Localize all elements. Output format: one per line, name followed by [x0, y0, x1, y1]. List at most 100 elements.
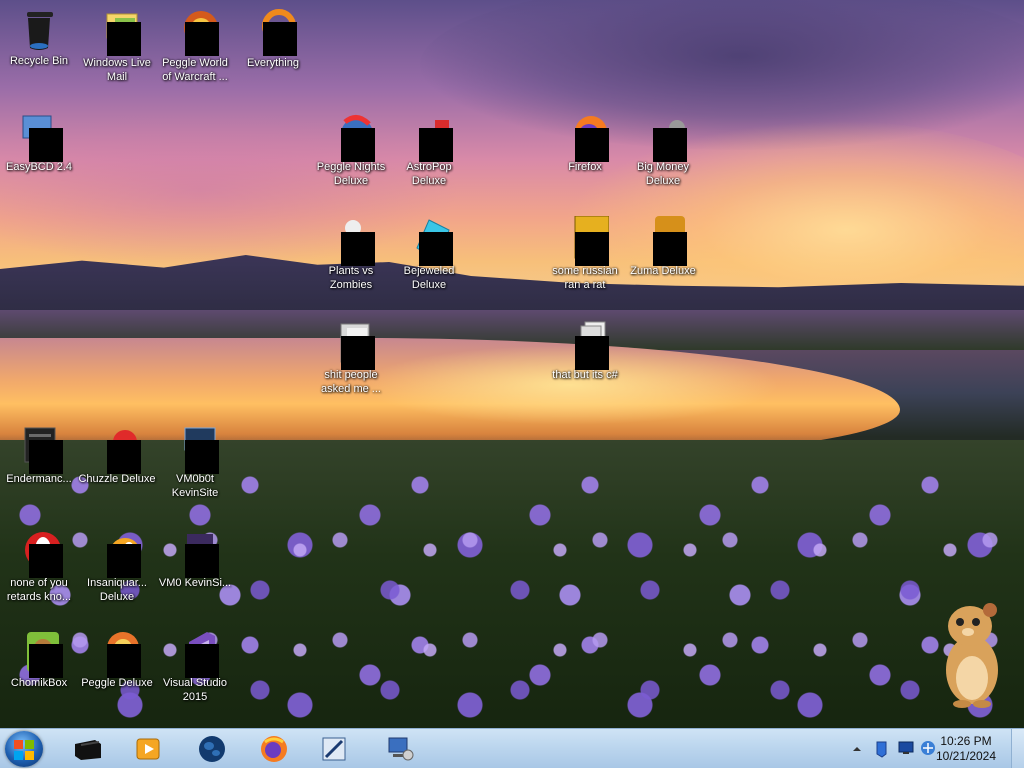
- vm0-kevinsi-shortcut[interactable]: VM0 KevinSi...: [156, 528, 234, 590]
- windows-logo-icon: [14, 740, 34, 760]
- peggle-world-of-warcraft-shortcut[interactable]: Peggle World of Warcraft ...: [156, 8, 234, 84]
- redacted-block: [575, 232, 609, 266]
- folder-csharp-label: that but its c#: [552, 369, 618, 381]
- gem-icon: [405, 216, 453, 266]
- firefox-shortcut[interactable]: Firefox: [546, 112, 624, 174]
- action-center-icon[interactable]: [874, 740, 890, 763]
- clock-date: 10/21/2024: [935, 749, 997, 763]
- vm0b0t-shortcut[interactable]: VM0b0t KevinSite: [156, 424, 234, 500]
- media-player-icon: [136, 738, 160, 760]
- some-russian-shortcut[interactable]: e some russian ran a rat: [546, 216, 624, 292]
- bejeweled-shortcut[interactable]: Bejeweled Deluxe: [390, 216, 468, 292]
- redacted-block: [185, 22, 219, 56]
- vm0-kevinsi-label: VM0 KevinSi...: [158, 577, 232, 589]
- recycle-bin-icon: [15, 6, 63, 54]
- show-desktop-button[interactable]: [1011, 729, 1024, 768]
- terminal-icon: [75, 740, 101, 760]
- redacted-block: [29, 644, 63, 678]
- taskbar-pin-network-tool[interactable]: [378, 731, 422, 767]
- visual-studio-shortcut[interactable]: Visual Studio 2015: [156, 628, 234, 704]
- redacted-block: [107, 440, 141, 474]
- easybcd-shortcut[interactable]: EasyBCD 2.4: [0, 112, 78, 174]
- redacted-block: [107, 22, 141, 56]
- wallpaper-meadow: [0, 310, 1024, 350]
- easybcd-label: EasyBCD 2.4: [5, 161, 73, 173]
- recycle-bin[interactable]: Recycle Bin: [0, 6, 78, 68]
- bejeweled-label: Bejeweled Deluxe: [403, 265, 455, 291]
- visual-studio-label: Visual Studio 2015: [162, 677, 227, 703]
- show-hidden-icons-chevron-icon[interactable]: [852, 741, 862, 759]
- redacted-block: [575, 336, 609, 370]
- peggle-nights-shortcut[interactable]: Peggle Nights Deluxe: [312, 112, 390, 188]
- zuma-icon: [639, 216, 687, 266]
- folder-people-label: shit people asked me ...: [321, 369, 381, 395]
- paint-editor-icon: [322, 737, 346, 761]
- chomikbox-shortcut[interactable]: ChomikBox: [0, 628, 78, 690]
- firefox-icon: [261, 736, 287, 762]
- peggle-wow-icon: [171, 8, 219, 56]
- zuma-shortcut[interactable]: Zuma Deluxe: [624, 216, 702, 278]
- vm-icon: [171, 528, 219, 578]
- fish-icon: [93, 528, 141, 578]
- endermanc-icon: [15, 424, 63, 474]
- taskbar-pin-firefox[interactable]: [252, 731, 296, 767]
- easybcd-icon: [15, 112, 63, 162]
- redacted-block: [107, 644, 141, 678]
- recycle-bin-label: Recycle Bin: [9, 55, 69, 67]
- peggle-deluxe-shortcut[interactable]: Peggle Deluxe: [78, 628, 156, 690]
- everything-search-icon: [249, 8, 297, 56]
- redacted-block: [653, 128, 687, 162]
- redacted-block: [419, 232, 453, 266]
- chomikbox-icon: [15, 628, 63, 678]
- redacted-block: [341, 128, 375, 162]
- taskbar-pin-paint-editor[interactable]: [312, 731, 356, 767]
- clock-time: 10:26 PM: [940, 734, 992, 748]
- redacted-block: [29, 544, 63, 578]
- peggle-deluxe-label: Peggle Deluxe: [81, 677, 153, 689]
- insaniquarium-shortcut[interactable]: Insaniquar... Deluxe: [78, 528, 156, 604]
- taskbar-pin-globe[interactable]: [190, 731, 234, 767]
- desktop[interactable]: Recycle Bin EasyBCD 2.4 Endermanc... non…: [0, 0, 1024, 728]
- some-russian-label: some russian ran a rat: [552, 265, 618, 291]
- folder-icon: [327, 320, 375, 370]
- none-of-you-shortcut[interactable]: none of you retards kno...: [0, 528, 78, 604]
- redacted-block: [29, 128, 63, 162]
- taskbar-pin-media-player[interactable]: [126, 731, 170, 767]
- stacked-files-icon: [561, 320, 609, 370]
- taskbar-clock[interactable]: 10:26 PM 10/21/2024: [926, 734, 1006, 764]
- zuma-label: Zuma Deluxe: [630, 265, 696, 277]
- plant-icon: [327, 216, 375, 266]
- plants-vs-zombies-label: Plants vs Zombies: [328, 265, 374, 291]
- wallpaper-cloud: [420, 0, 1024, 150]
- start-button[interactable]: [5, 731, 43, 767]
- taskbar-pin-terminal[interactable]: [66, 731, 110, 767]
- plants-vs-zombies-shortcut[interactable]: Plants vs Zombies: [312, 216, 390, 292]
- big-money-label: Big Money Deluxe: [637, 161, 689, 187]
- peggle-world-of-warcraft-label: Peggle World of Warcraft ...: [162, 57, 228, 83]
- everything-shortcut[interactable]: Everything: [234, 8, 312, 70]
- display-icon[interactable]: [898, 741, 914, 760]
- redacted-block: [653, 232, 687, 266]
- folder-people-shortcut[interactable]: shit people asked me ...: [312, 320, 390, 396]
- hamster-mascot-icon[interactable]: [940, 600, 1004, 708]
- insaniquarium-label: Insaniquar... Deluxe: [87, 577, 147, 603]
- peggle-nights-label: Peggle Nights Deluxe: [316, 161, 386, 187]
- mail-icon: [93, 8, 141, 56]
- peggle-icon: [93, 628, 141, 678]
- windows-live-mail-shortcut[interactable]: Windows Live Mail: [78, 8, 156, 84]
- chuzzle-label: Chuzzle Deluxe: [78, 473, 156, 485]
- redacted-block: [419, 128, 453, 162]
- firefox-icon: [561, 112, 609, 162]
- endermanc-shortcut[interactable]: Endermanc...: [0, 424, 78, 486]
- folder-csharp-shortcut[interactable]: that but its c#: [546, 320, 624, 382]
- peggle-nights-icon: [327, 112, 375, 162]
- astropop-label: AstroPop Deluxe: [406, 161, 452, 187]
- astropop-shortcut[interactable]: AstroPop Deluxe: [390, 112, 468, 188]
- big-money-shortcut[interactable]: Big Money Deluxe: [624, 112, 702, 188]
- opera-style-icon: [15, 528, 63, 578]
- wallpaper-mountains: [0, 255, 1024, 325]
- chuzzle-icon: [93, 424, 141, 474]
- chuzzle-shortcut[interactable]: Chuzzle Deluxe: [78, 424, 156, 486]
- redacted-block: [341, 232, 375, 266]
- astropop-icon: [405, 112, 453, 162]
